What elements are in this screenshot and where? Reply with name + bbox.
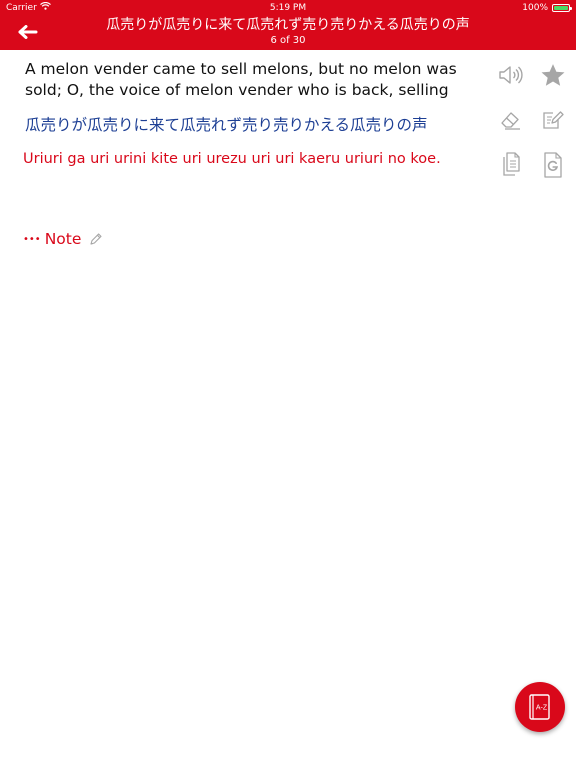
google-translate-button[interactable] <box>539 151 567 179</box>
battery-cap <box>570 7 572 10</box>
dictionary-icon: A-Z <box>529 694 550 720</box>
note-button[interactable]: ••• Note <box>23 230 103 248</box>
english-translation: A melon vender came to sell melons, but … <box>25 60 457 99</box>
phrase-entry: A melon vender came to sell melons, but … <box>23 59 490 170</box>
note-label: Note <box>44 230 82 248</box>
edit-icon <box>543 111 564 129</box>
battery-icon <box>552 4 572 12</box>
dictionary-button[interactable]: A-Z <box>515 682 565 732</box>
speaker-icon <box>499 66 523 84</box>
status-time: 5:19 PM <box>269 3 307 13</box>
carrier-label: Carrier <box>6 3 37 13</box>
dictionary-icon-label: A-Z <box>536 705 548 712</box>
status-battery-group: 100% <box>522 0 572 16</box>
copy-icon <box>503 152 520 176</box>
header-bar: Carrier 5:19 PM 100% 瓜売りが瓜売りに来て瓜売れず売り売りか… <box>0 0 576 50</box>
pencil-icon <box>90 233 102 245</box>
nav-title: 瓜売りが瓜売りに来て瓜売れず売り売りかえる瓜売りの声 <box>106 17 470 33</box>
battery-fill <box>554 6 568 10</box>
speak-button[interactable] <box>497 61 525 89</box>
edit-button[interactable] <box>539 106 567 134</box>
phrase-detail-screen: Carrier 5:19 PM 100% 瓜売りが瓜売りに来て瓜売れず売り売りか… <box>0 0 576 768</box>
wifi-icon <box>39 0 51 16</box>
note-dots: ••• <box>23 233 41 245</box>
clear-button[interactable] <box>497 106 525 134</box>
status-carrier: Carrier <box>6 0 51 16</box>
battery-percent: 100% <box>522 3 548 13</box>
japanese-phrase: 瓜売りが瓜売りに来て瓜売れず売り売りかえる瓜売りの声 <box>25 116 428 134</box>
favorite-button[interactable] <box>539 61 567 89</box>
copy-button[interactable] <box>497 151 525 179</box>
google-icon <box>544 152 562 178</box>
status-bar: Carrier 5:19 PM 100% <box>0 0 576 16</box>
romaji-phrase: Uriuri ga uri urini kite uri urezu uri u… <box>23 151 441 167</box>
star-icon <box>541 63 565 86</box>
nav-page-counter: 6 of 30 <box>270 35 306 46</box>
eraser-icon <box>501 112 520 130</box>
